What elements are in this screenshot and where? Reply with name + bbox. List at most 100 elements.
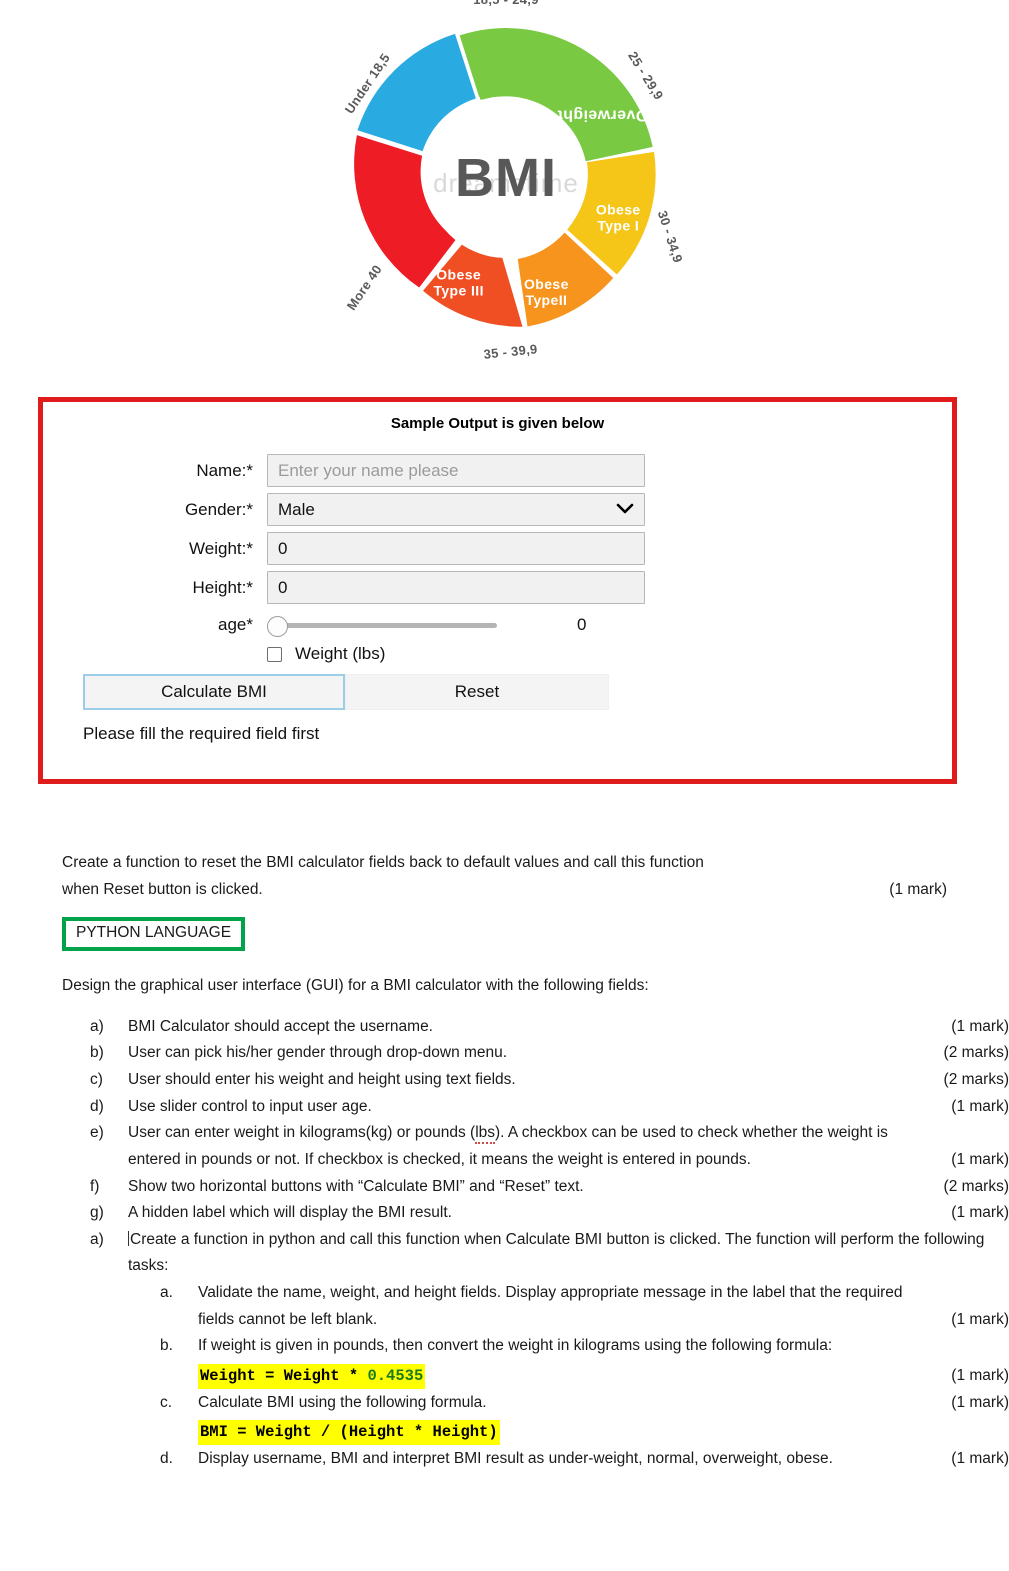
document-body: Create a function to reset the BMI calcu…: [0, 850, 1009, 1473]
list-item-marker: d): [90, 1097, 104, 1115]
gender-select[interactable]: Male: [267, 493, 645, 526]
list-item: b. If weight is given in pounds, then co…: [160, 1333, 1009, 1389]
list-item: c. Calculate BMI using the following for…: [160, 1390, 1009, 1446]
list-item-text: Use slider control to input user age.: [128, 1097, 372, 1115]
sample-output-title: Sample Output is given below: [390, 415, 605, 432]
list-item-text: Display username, BMI and interpret BMI …: [198, 1450, 833, 1468]
age-label: age*: [218, 615, 253, 634]
formula-weight-conversion-wrap: Weight = Weight * 0.4535: [198, 1363, 924, 1390]
reset-button[interactable]: Reset: [345, 674, 609, 710]
list-item-marks: (1 mark): [951, 1150, 1009, 1168]
segment-label-obese-type-ii: Obese TypeII: [524, 276, 569, 308]
age-slider[interactable]: [267, 614, 505, 637]
intro-paragraph-marks: (1 mark): [889, 880, 947, 898]
height-row: Height:*: [133, 571, 952, 604]
donut-svg: Healthy weight Underweight Overweight Ob…: [336, 0, 686, 362]
list-item: a) Create a function in python and call …: [90, 1227, 1009, 1280]
list-item-marks: (1 mark): [951, 1367, 1009, 1385]
list-item: e) User can enter weight in kilograms(kg…: [90, 1120, 1009, 1173]
list-item-marks: (2 marks): [943, 1177, 1009, 1195]
donut-center-label: BMI: [455, 148, 557, 208]
name-row: Name:*: [133, 454, 952, 487]
weight-label: Weight:*: [189, 538, 253, 558]
requirements-list: a) BMI Calculator should accept the user…: [0, 1014, 1009, 1281]
weight-input[interactable]: [267, 532, 645, 565]
list-item-text: Calculate BMI using the following formul…: [198, 1393, 487, 1411]
list-item-marks: (2 marks): [943, 1044, 1009, 1062]
button-row: Calculate BMI Reset: [83, 674, 952, 710]
list-item-text: User can pick his/her gender through dro…: [128, 1044, 508, 1062]
weight-lbs-checkbox[interactable]: [267, 646, 282, 662]
list-item-marks: (2 marks): [943, 1070, 1009, 1088]
age-row: age* 0: [133, 614, 952, 637]
range-label-overweight: 25 - 29,9: [625, 49, 666, 103]
list-item: g) A hidden label which will display the…: [90, 1200, 1009, 1227]
weight-lbs-label: Weight (lbs): [295, 644, 386, 663]
height-label: Height:*: [192, 577, 253, 597]
list-item-text: User should enter his weight and height …: [128, 1070, 516, 1088]
list-item-text: If weight is given in pounds, then conve…: [198, 1337, 833, 1355]
intro-paragraph-line2-text: when Reset button is clicked.: [62, 880, 263, 898]
age-slider-track[interactable]: [275, 623, 497, 628]
intro-paragraph: Create a function to reset the BMI calcu…: [62, 850, 947, 903]
list-item-marks: (1 mark): [951, 1393, 1009, 1411]
formula-weight-conversion: Weight = Weight * 0.4535: [198, 1364, 426, 1389]
list-item-marker: f): [90, 1177, 100, 1195]
list-item-marks: (1 mark): [951, 1017, 1009, 1035]
list-item-text-misspelled: lbs: [475, 1124, 496, 1145]
range-label-obese-type-iii: More 40: [344, 262, 385, 313]
list-item-marker: b): [90, 1044, 104, 1062]
gender-row: Gender:* Male: [133, 493, 952, 526]
segment-label-obese-type-iii: Obese Type III: [433, 267, 483, 299]
height-input[interactable]: [267, 571, 645, 604]
text-cursor: [128, 1230, 129, 1246]
list-item-marks: (1 mark): [951, 1097, 1009, 1115]
list-item: a. Validate the name, weight, and height…: [160, 1280, 1009, 1333]
bmi-donut-chart: Healthy weight Underweight Overweight Ob…: [336, 0, 686, 362]
formula-bmi-wrap: BMI = Weight / (Height * Height): [198, 1419, 924, 1446]
list-item: d) Use slider control to input user age.…: [90, 1094, 1009, 1121]
list-item: f) Show two horizontal buttons with “Cal…: [90, 1174, 1009, 1201]
status-message: Please fill the required field first: [83, 724, 320, 743]
name-input[interactable]: [267, 454, 645, 487]
list-item: d. Display username, BMI and interpret B…: [160, 1446, 1009, 1473]
list-item-marker: g): [90, 1204, 104, 1222]
gender-selected-value: Male: [278, 499, 315, 519]
list-item-marker: e): [90, 1124, 104, 1142]
formula-weight-prefix: Weight = Weight *: [200, 1367, 368, 1386]
section-heading-python-language: PYTHON LANGUAGE: [62, 917, 246, 951]
intro-paragraph-line1: Create a function to reset the BMI calcu…: [62, 854, 704, 871]
list-item-text: A hidden label which will display the BM…: [128, 1204, 452, 1222]
list-item-text: Validate the name, weight, and height fi…: [198, 1284, 903, 1328]
gender-label: Gender:*: [184, 499, 253, 519]
list-item-marker: a.: [160, 1284, 173, 1302]
segment-label-obese-type-i: Obese Type I: [596, 201, 641, 233]
list-item-marks: (1 mark): [951, 1310, 1009, 1328]
design-instruction: Design the graphical user interface (GUI…: [62, 976, 649, 994]
calculate-bmi-button[interactable]: Calculate BMI: [83, 674, 345, 710]
list-item: c) User should enter his weight and heig…: [90, 1067, 1009, 1094]
list-item-marker: d.: [160, 1450, 173, 1468]
age-slider-value: 0: [577, 615, 587, 634]
list-item-marker: a): [90, 1017, 104, 1035]
list-item-marker: a): [90, 1230, 104, 1248]
weight-row: Weight:*: [133, 532, 952, 565]
bmi-calculator-form: Name:* Gender:* Male Weight:* Height:* a: [43, 454, 952, 744]
sample-output-box: Sample Output is given below Name:* Gend…: [38, 397, 957, 784]
list-item-text: Create a function in python and call thi…: [128, 1230, 985, 1275]
weight-lbs-row: Weight (lbs): [267, 644, 952, 664]
list-item-text-part1: User can enter weight in kilograms(kg) o…: [128, 1124, 476, 1142]
list-item-marks: (1 mark): [951, 1204, 1009, 1222]
list-item-marks: (1 mark): [951, 1450, 1009, 1468]
bmi-donut-chart-region: Healthy weight Underweight Overweight Ob…: [0, 0, 1009, 372]
list-item: a) BMI Calculator should accept the user…: [90, 1014, 1009, 1041]
list-item-marker: c): [90, 1070, 103, 1088]
gender-select-wrap[interactable]: Male: [267, 493, 645, 526]
segment-label-overweight: Overweight: [557, 106, 648, 123]
intro-paragraph-line2: when Reset button is clicked. (1 mark): [62, 877, 947, 904]
range-label-healthy-weight: 18,5 - 24,9: [473, 0, 538, 7]
subtask-list: a. Validate the name, weight, and height…: [0, 1280, 1009, 1473]
list-item-text: Show two horizontal buttons with “Calcul…: [128, 1177, 584, 1195]
section-heading-label: PYTHON LANGUAGE: [76, 924, 232, 942]
age-slider-thumb[interactable]: [267, 616, 288, 637]
